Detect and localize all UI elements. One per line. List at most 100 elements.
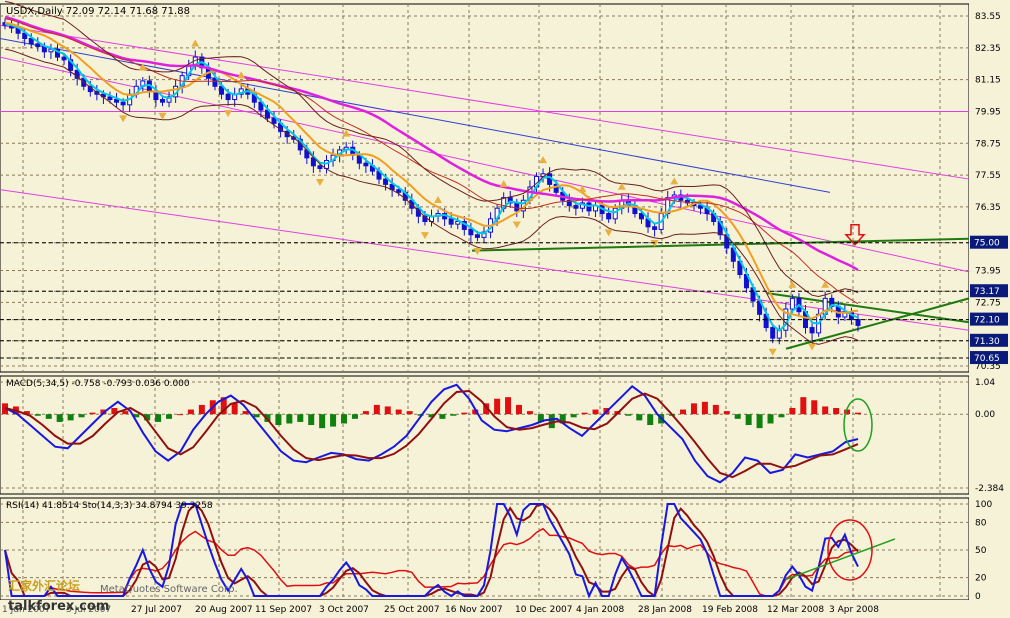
watermark-site: talkforex.com (8, 599, 109, 614)
macd-histogram-bar (286, 414, 293, 424)
candle-body (855, 319, 861, 326)
macd-histogram-bar (373, 404, 380, 415)
macd-histogram-bar (275, 414, 282, 426)
macd-histogram-bar (56, 414, 63, 422)
candle-body (107, 96, 113, 101)
candle-body (770, 327, 776, 339)
candle-body (468, 228, 474, 236)
macd-tick-label: 0.00 (975, 410, 995, 420)
date-tick-label: 10 Dec 2007 (515, 605, 573, 615)
price-label-text: 73.17 (974, 287, 1000, 297)
price-label-text: 71.30 (974, 337, 1000, 347)
macd-histogram-bar (198, 404, 205, 415)
date-tick-label: 20 Aug 2007 (195, 605, 253, 615)
macd-histogram-bar (439, 414, 446, 419)
date-tick-label: 3 Oct 2007 (319, 605, 369, 615)
rsi-tick-label: 0 (975, 592, 981, 602)
candle-body (317, 165, 323, 169)
macd-histogram-bar (690, 403, 697, 415)
candle-body (789, 297, 795, 310)
rsi-tick-label: 100 (975, 500, 992, 510)
macd-histogram-bar (767, 414, 774, 424)
chart-window: 83.55 82.35 81.15 79.95 78.75 77.55 76.35 75.00… (0, 0, 1010, 618)
candle-body (363, 162, 369, 167)
macd-histogram-bar (581, 412, 588, 415)
macd-histogram-bar (756, 414, 763, 429)
macd-histogram-bar (308, 414, 315, 426)
price-tick-label: 78.75 (975, 139, 1001, 149)
chart-canvas[interactable]: 83.55 82.35 81.15 79.95 78.75 77.55 76.35 75.00… (0, 0, 1010, 618)
price-tick-label: 73.95 (975, 267, 1001, 277)
macd-histogram-bar (570, 414, 577, 418)
price-tick-label: 79.95 (975, 107, 1001, 117)
macd-histogram-bar (362, 411, 369, 415)
macd-histogram-bar (712, 404, 719, 415)
macd-histogram-bar (680, 409, 687, 415)
candle-body (448, 218, 454, 225)
macd-histogram-bar (67, 414, 74, 421)
candle-body (61, 56, 67, 61)
macd-histogram-bar (166, 414, 173, 419)
date-tick-label: 28 Jan 2008 (638, 605, 692, 615)
macd-histogram-bar (833, 408, 840, 415)
price-label-text: 75.00 (974, 239, 1000, 249)
watermark-cn: 汇家外汇论坛 (8, 578, 80, 593)
price-tick-label: 77.55 (975, 171, 1001, 181)
macd-histogram-bar (625, 414, 632, 416)
date-tick-label: 27 Jul 2007 (131, 605, 182, 615)
macd-histogram-bar (406, 411, 413, 415)
candle-body (573, 205, 579, 209)
macd-histogram-bar (187, 409, 194, 415)
macd-histogram-bar (450, 414, 457, 416)
macd-histogram-bar (122, 411, 129, 415)
macd-histogram-bar (231, 403, 238, 415)
macd-histogram-bar (155, 414, 162, 422)
macd-histogram-bar (647, 414, 654, 426)
candle-body (271, 117, 277, 124)
macd-histogram-bar (701, 401, 708, 415)
macd-histogram-bar (636, 414, 643, 421)
macd-histogram-bar (526, 411, 533, 415)
price-tick-label: 83.55 (975, 12, 1001, 22)
macd-histogram-bar (176, 414, 183, 416)
date-tick-label: 11 Sep 2007 (255, 605, 312, 615)
macd-tick-label: -2.384 (975, 484, 1004, 494)
candle-body (474, 234, 480, 238)
watermark-copyright: MetaQuotes Software Corp. (100, 584, 238, 595)
rsi-tick-label: 50 (975, 546, 987, 556)
macd-histogram-bar (723, 411, 730, 415)
macd-histogram-bar (89, 412, 96, 415)
candle-body (225, 93, 231, 101)
candle-body (612, 207, 618, 220)
price-tick-label: 81.15 (975, 76, 1001, 86)
macd-histogram-bar (734, 414, 741, 419)
macd-histogram-bar (319, 414, 326, 429)
candle-body (809, 327, 815, 334)
macd-histogram-bar (330, 414, 337, 427)
macd-histogram-bar (515, 404, 522, 415)
date-tick-label: 4 Jan 2008 (576, 605, 624, 615)
date-tick-label: 16 Nov 2007 (445, 605, 503, 615)
date-tick-label: 12 Mar 2008 (767, 605, 824, 615)
price-label-text: 72.10 (974, 316, 1000, 326)
candle-body (153, 91, 159, 101)
macd-histogram-bar (341, 414, 348, 424)
price-tick-label: 72.75 (975, 298, 1001, 308)
date-tick-label: 3 Apr 2008 (829, 605, 879, 615)
candle-body (159, 99, 165, 103)
macd-histogram-bar (351, 414, 358, 419)
macd-histogram-bar (78, 414, 85, 418)
candle-body (606, 213, 612, 220)
rsi-tick-label: 80 (975, 518, 987, 528)
price-tick-label: 82.35 (975, 44, 1001, 54)
macd-histogram-bar (822, 406, 829, 415)
macd-histogram-bar (461, 412, 468, 415)
macd-histogram-bar (745, 414, 752, 426)
candle-body (514, 202, 520, 212)
date-tick-label: 25 Oct 2007 (384, 605, 440, 615)
macd-histogram-bar (592, 409, 599, 415)
macd-histogram-bar (253, 414, 260, 418)
rsi-panel-title: RSI(14) 41.8514 Sto(14,3,3) 34.8794 39.3… (6, 501, 213, 511)
macd-histogram-bar (297, 414, 304, 422)
macd-histogram-bar (855, 412, 861, 415)
